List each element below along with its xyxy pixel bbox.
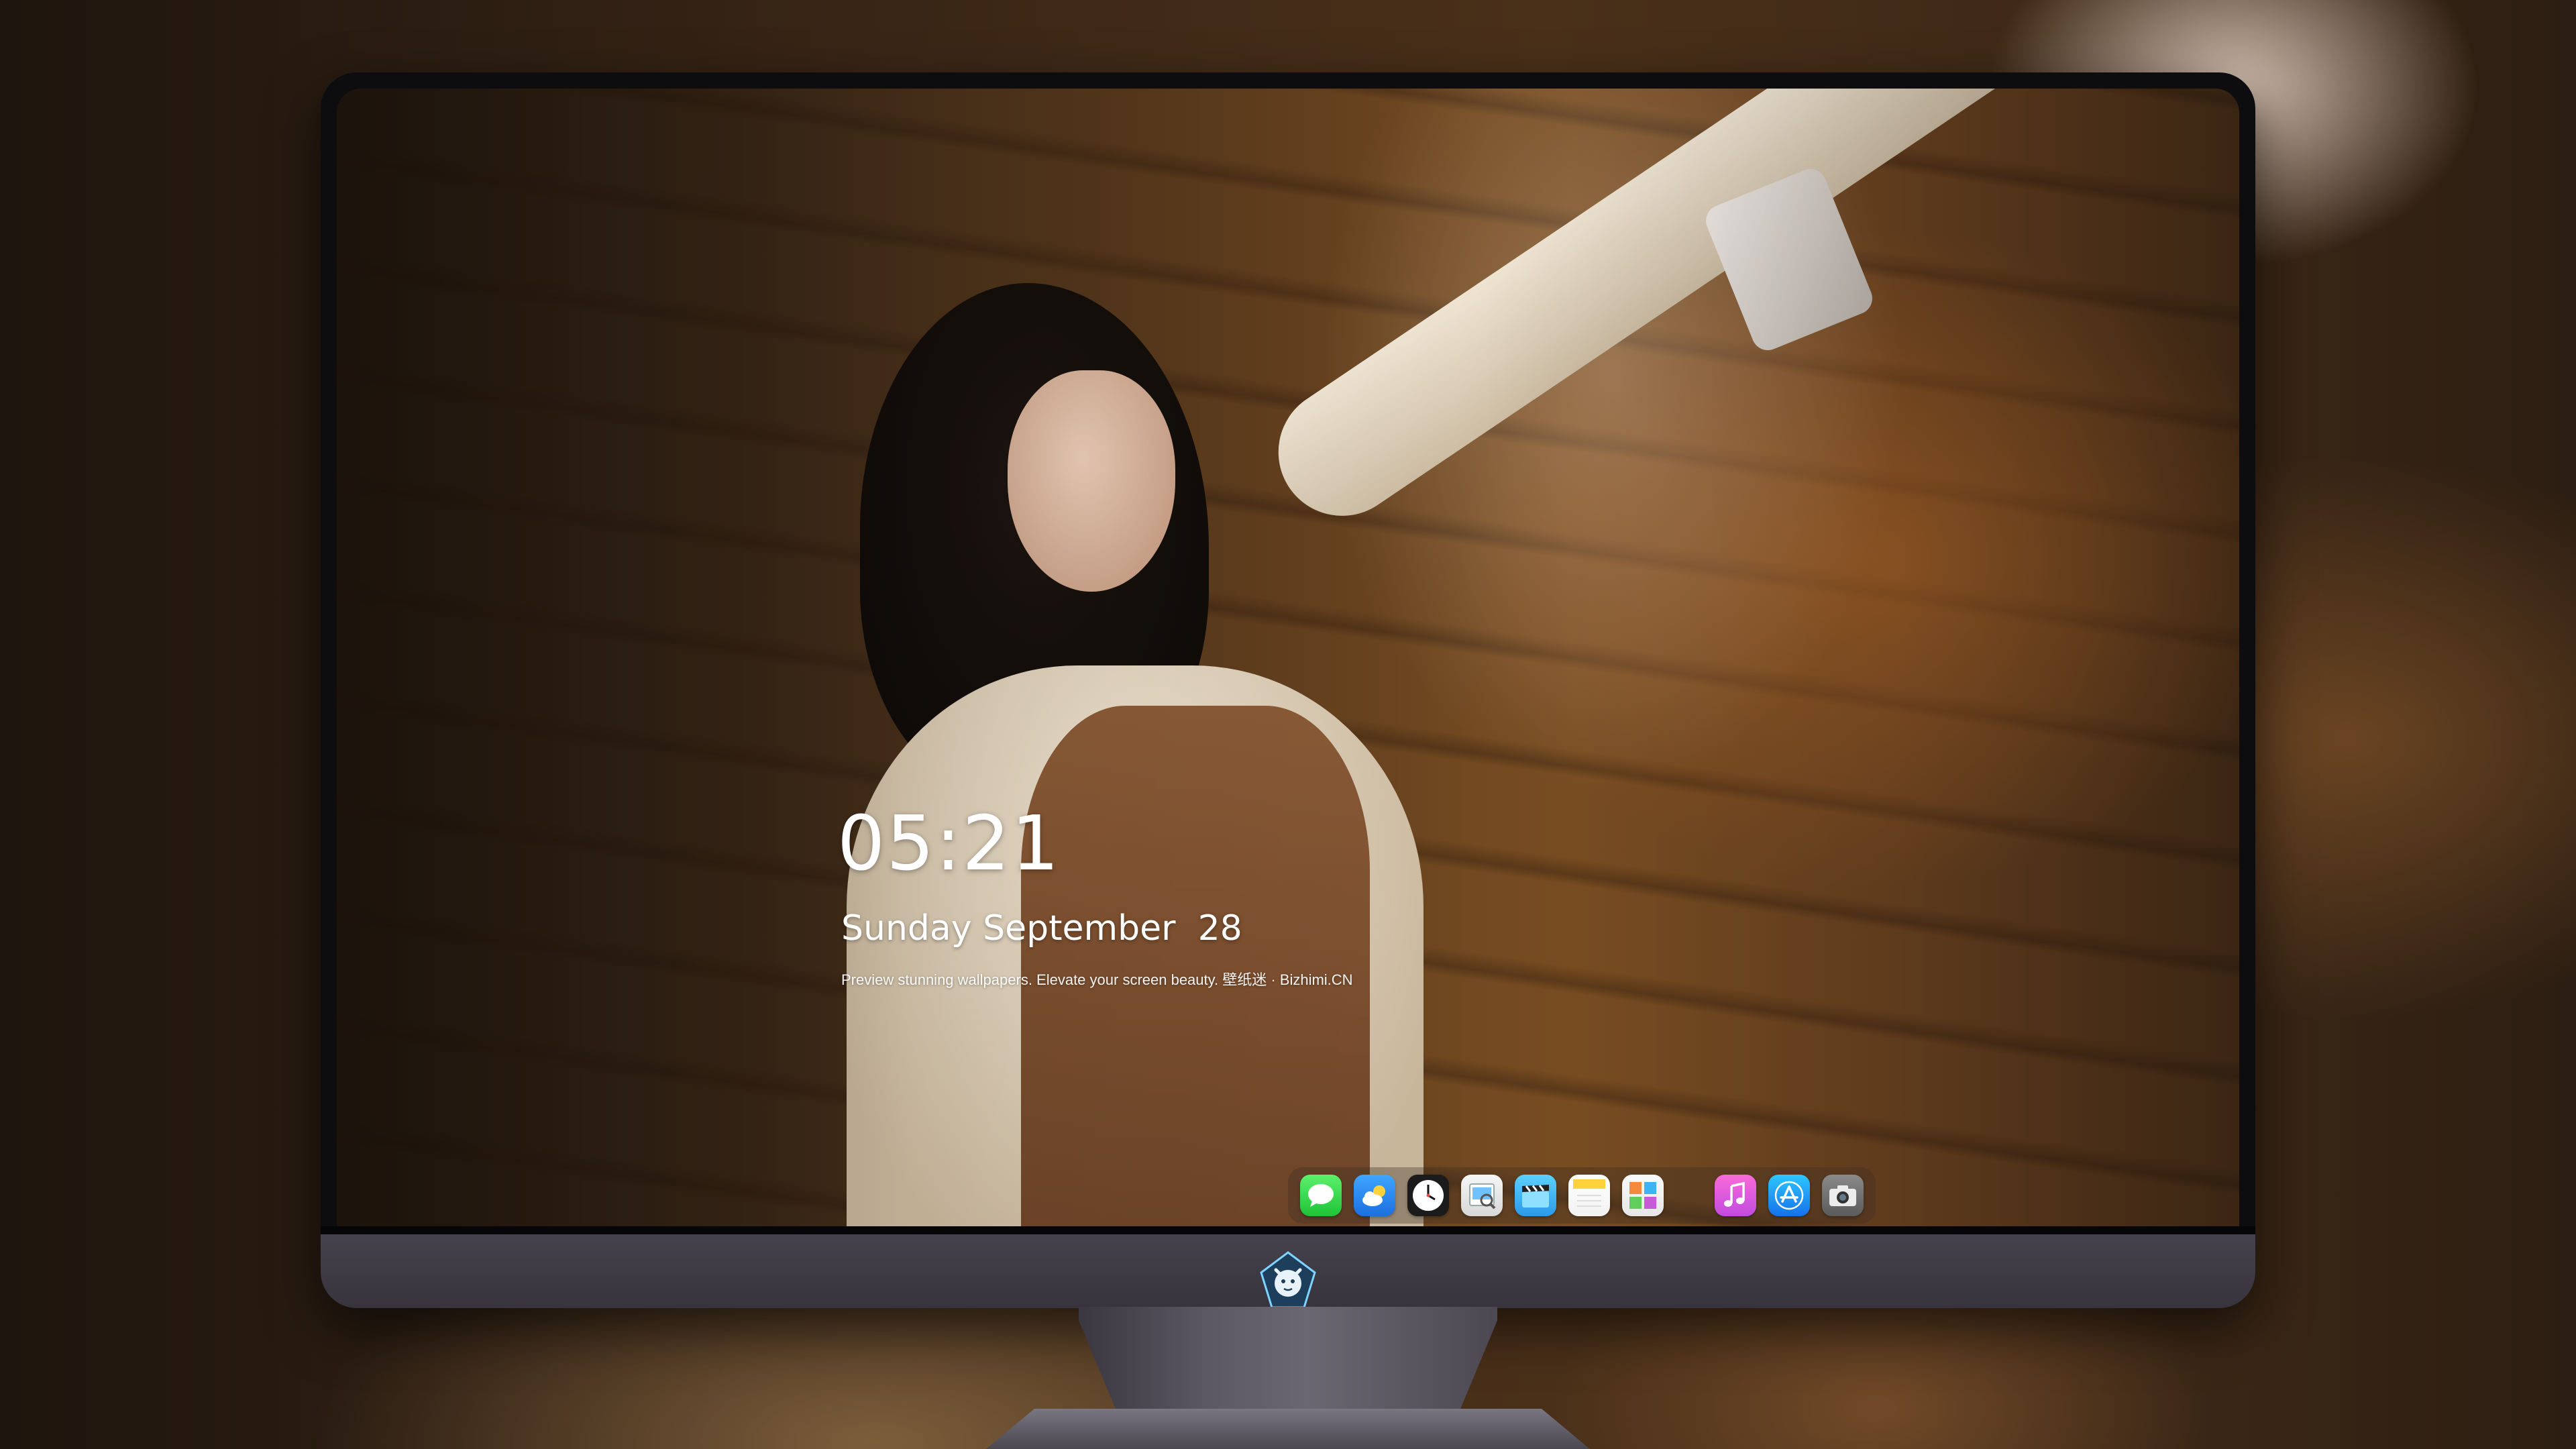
wallpaper-tagline: Preview stunning wallpapers. Elevate you… [841,971,1353,988]
clock-icon[interactable] [1407,1175,1449,1216]
notes-icon[interactable] [1568,1175,1610,1216]
preview-icon[interactable] [1461,1175,1503,1216]
dock [1288,1167,1876,1224]
brand-logo-icon [1256,1250,1320,1308]
monitor: 05:21 Sunday September 28 Preview stunni… [321,72,2255,1308]
messages-icon[interactable] [1300,1175,1342,1216]
wallpaper-vignette [337,89,2239,1226]
monitor-stand-base [986,1409,1590,1449]
dock-separator [1676,1175,1703,1216]
weather-icon[interactable] [1354,1175,1395,1216]
photo-booth-icon[interactable] [1622,1175,1664,1216]
bezel-divider [321,1226,2255,1234]
lock-screen-date: Sunday September 28 [841,908,1242,949]
monitor-stand-neck [1079,1307,1497,1421]
app-store-icon[interactable] [1768,1175,1810,1216]
clapperboard-icon[interactable] [1515,1175,1556,1216]
desktop-stage: 05:21 Sunday September 28 Preview stunni… [0,0,2576,1449]
lock-screen-time: 05:21 [837,800,1061,888]
music-note-icon[interactable] [1715,1175,1756,1216]
lock-screen[interactable]: 05:21 Sunday September 28 Preview stunni… [337,89,2239,1226]
camera-icon[interactable] [1822,1175,1864,1216]
